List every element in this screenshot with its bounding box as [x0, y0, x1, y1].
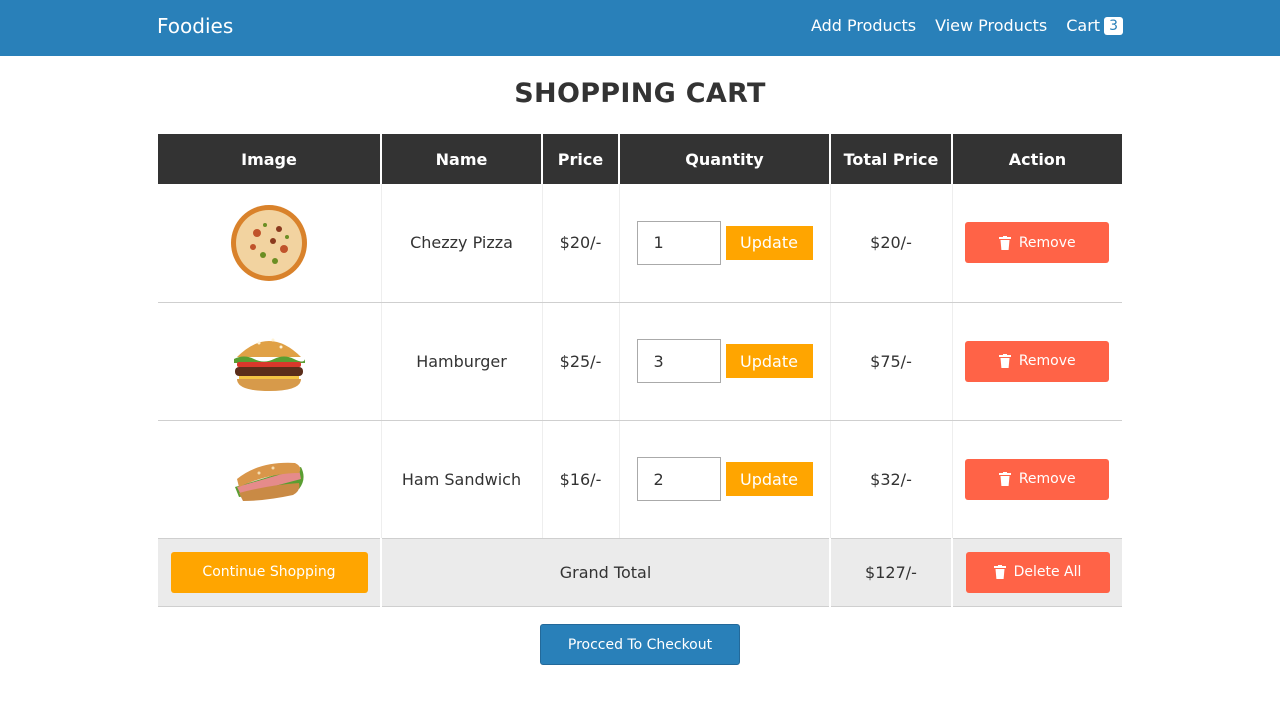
item-total: $75/-: [830, 302, 953, 421]
remove-button[interactable]: Remove: [965, 458, 1110, 500]
nav-cart[interactable]: Cart 3: [1066, 16, 1123, 35]
nav-view-products[interactable]: View Products: [935, 16, 1047, 35]
cart-count-badge: 3: [1104, 17, 1123, 35]
item-total: $20/-: [830, 184, 953, 303]
checkout-button[interactable]: Procced To Checkout: [540, 624, 740, 665]
pizza-image: [231, 204, 308, 281]
header-quantity: Quantity: [619, 134, 831, 184]
table-row: Ham Sandwich $16/- Update $32/- Remove: [158, 420, 1122, 539]
header-total-price: Total Price: [830, 134, 953, 184]
sandwich-image: [235, 462, 304, 501]
top-navbar: Foodies Add Products View Products Cart 3: [0, 0, 1280, 56]
trash-icon: [998, 354, 1011, 368]
grand-total-value: $127/-: [830, 538, 953, 607]
item-name: Chezzy Pizza: [381, 184, 543, 303]
trash-icon: [993, 565, 1006, 579]
table-row: Chezzy Pizza $20/- Update $20/- Remove: [158, 184, 1122, 303]
update-button[interactable]: Update: [725, 344, 813, 378]
table-row: Hamburger $25/- Update $75/- Remove: [158, 302, 1122, 421]
delete-all-button[interactable]: Delete All: [965, 551, 1110, 593]
grand-total-label: Grand Total: [381, 538, 831, 607]
remove-label: Remove: [1018, 471, 1076, 487]
item-total: $32/-: [830, 420, 953, 539]
update-button[interactable]: Update: [725, 225, 813, 260]
header-name: Name: [381, 134, 543, 184]
nav-links: Add Products View Products Cart 3: [792, 16, 1123, 35]
remove-button[interactable]: Remove: [965, 340, 1110, 382]
quantity-input[interactable]: [636, 220, 721, 265]
cart-table: Image Name Price Quantity Total Price Ac…: [158, 134, 1122, 607]
nav-cart-label: Cart: [1066, 16, 1101, 35]
quantity-input[interactable]: [636, 457, 721, 501]
remove-label: Remove: [1018, 353, 1076, 369]
update-button[interactable]: Update: [725, 462, 813, 496]
trash-icon: [998, 235, 1011, 250]
trash-icon: [998, 472, 1011, 486]
header-image: Image: [158, 134, 382, 184]
quantity-input[interactable]: [636, 339, 721, 383]
page-title: SHOPPING CART: [514, 78, 766, 109]
remove-label: Remove: [1018, 234, 1076, 251]
table-header-row: Image Name Price Quantity Total Price Ac…: [158, 134, 1122, 184]
item-name: Hamburger: [381, 302, 543, 421]
header-action: Action: [952, 134, 1122, 184]
continue-shopping-button[interactable]: Continue Shopping: [170, 551, 368, 593]
brand-logo[interactable]: Foodies: [157, 14, 233, 38]
item-name: Ham Sandwich: [381, 420, 543, 539]
header-price: Price: [542, 134, 620, 184]
nav-add-products[interactable]: Add Products: [811, 16, 916, 35]
remove-button[interactable]: Remove: [965, 222, 1110, 264]
table-footer-row: Continue Shopping Grand Total $127/- Del…: [158, 538, 1122, 607]
item-price: $16/-: [542, 420, 620, 539]
delete-all-label: Delete All: [1013, 564, 1082, 580]
item-price: $20/-: [542, 184, 620, 303]
hamburger-image: [234, 338, 306, 391]
item-price: $25/-: [542, 302, 620, 421]
